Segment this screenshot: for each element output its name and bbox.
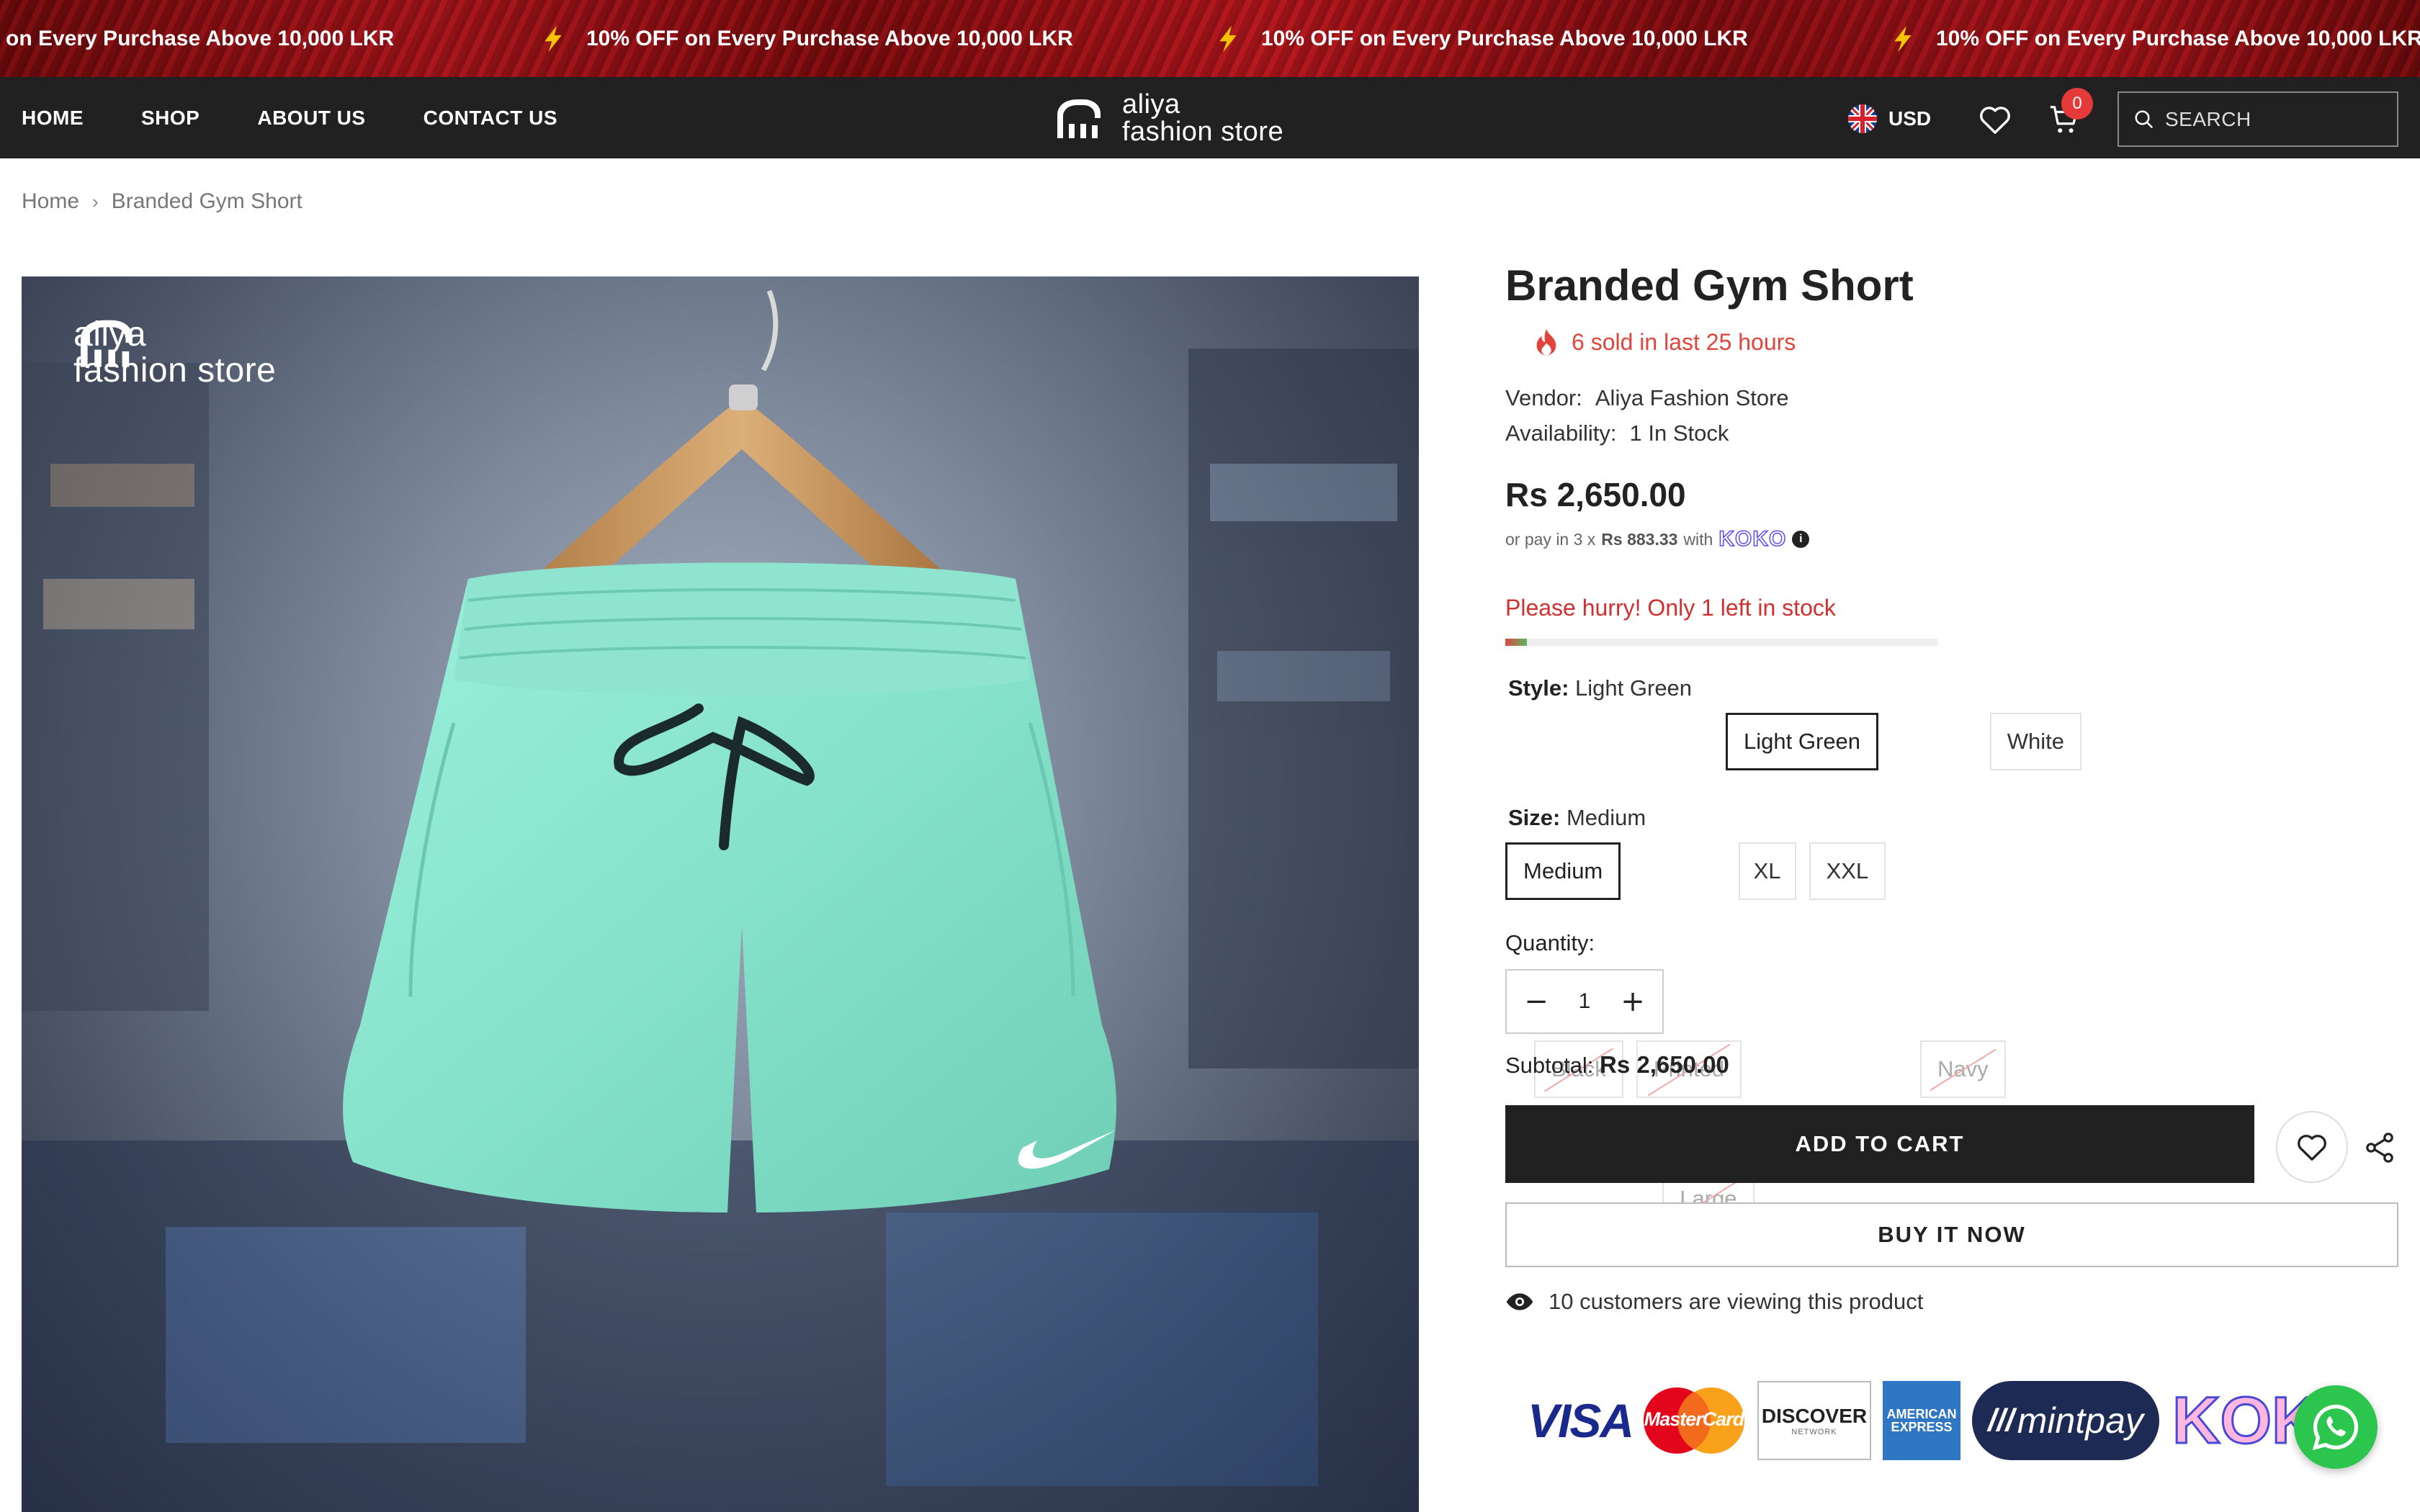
discover-logo: DISCOVER NETWORK [1757,1381,1871,1460]
breadcrumb-current: Branded Gym Short [111,189,302,213]
share-button[interactable] [2362,1130,2397,1165]
size-label: Size: [1508,805,1561,830]
store-logo[interactable]: aliya fashion store [1052,87,1283,149]
low-stock-message: Please hurry! Only 1 left in stock [1505,595,1836,621]
vendor-value: Aliya Fashion Store [1595,385,1789,410]
product-image[interactable]: aliya fashion store [22,276,1419,1512]
discover-text: DISCOVER [1761,1405,1868,1427]
size-swatch-xl[interactable]: XL [1738,842,1796,900]
subtotal-value: Rs 2,650.00 [1600,1051,1729,1078]
amex-line-2: EXPRESS [1891,1420,1953,1434]
whatsapp-icon [2312,1404,2359,1451]
style-swatch-navy[interactable]: Navy [1920,1040,2006,1098]
announcement-text: 10% OFF on Every Purchase Above 10,000 L… [586,26,1073,50]
size-option-label: Size: Medium [1508,805,1646,831]
lightning-bolt-icon [1219,25,1237,52]
size-swatches: Medium Large XL XXL [1505,842,1886,1228]
mintpay-logo: ///mintpay [1972,1381,2159,1460]
breadcrumb: Home › Branded Gym Short [22,189,302,214]
main-nav: HOME SHOP ABOUT US CONTACT US [22,77,615,158]
swatch-label: White [2007,729,2064,754]
buy-it-now-button[interactable]: BUY IT NOW [1505,1202,2398,1267]
amex-logo: AMERICAN EXPRESS [1883,1381,1960,1460]
availability-label: Availability: [1505,420,1617,446]
nav-shop[interactable]: SHOP [141,107,200,130]
subtotal: Subtotal: Rs 2,650.00 [1505,1051,1729,1079]
mastercard-logo: MasterCard [1639,1381,1749,1460]
product-info: Branded Gym Short 6 sold in last 25 hour… [1505,0,2398,1512]
logo-line-1: aliya [1122,89,1180,120]
subtotal-label: Subtotal: [1505,1053,1594,1078]
elephant-logo-icon [81,320,133,367]
quantity-input[interactable] [1559,989,1610,1014]
nav-about-us[interactable]: ABOUT US [257,107,365,130]
heart-icon [2298,1135,2326,1161]
discover-subtext: NETWORK [1791,1428,1837,1436]
lightning-bolt-icon [544,25,562,52]
nav-contact-us[interactable]: CONTACT US [424,107,557,130]
style-selected: Light Green [1575,675,1693,701]
swatch-label: Light Green [1744,729,1861,754]
breadcrumb-separator: › [92,190,99,212]
viewing-text: 10 customers are viewing this product [1549,1289,1924,1314]
mastercard-text: MasterCard [1644,1408,1745,1430]
sold-text: 6 sold in last 25 hours [1572,328,1796,355]
style-swatches: Black Printed Light Green Navy White [1505,713,2081,1098]
flame-icon [1536,328,1556,356]
visa-text: VISA [1527,1394,1634,1447]
style-swatch-white[interactable]: White [1989,713,2081,770]
nav-home[interactable]: HOME [22,107,84,130]
logo-line-2: fashion store [1122,117,1284,147]
whatsapp-chat-button[interactable] [2294,1385,2378,1469]
product-price: Rs 2,650.00 [1505,476,1686,513]
quantity-increase-button[interactable]: + [1613,980,1652,1023]
size-swatch-medium[interactable]: Medium [1505,842,1621,900]
quantity-decrease-button[interactable]: − [1517,980,1556,1023]
gym-short-photo [22,289,1419,1512]
quantity-label: Quantity: [1505,930,1595,955]
add-to-cart-button[interactable]: ADD TO CART [1505,1105,2254,1183]
product-title: Branded Gym Short [1505,261,1914,310]
stock-progress-fill [1505,639,1527,646]
sold-counter: 6 sold in last 25 hours [1534,328,1796,356]
image-watermark-logo: aliya fashion store [73,317,276,389]
swatch-label: Medium [1523,858,1603,883]
viewers-count: 10 customers are viewing this product [1505,1289,1923,1315]
size-selected: Medium [1566,805,1646,830]
size-swatch-xxl[interactable]: XXL [1809,842,1886,900]
info-icon[interactable]: i [1792,531,1810,548]
amex-line-1: AMERICAN [1886,1407,1957,1421]
swatch-label: Navy [1937,1056,1989,1081]
mintpay-text: mintpay [2017,1400,2143,1441]
installment-info: or pay in 3 x Rs 883.33 with KOKO i [1505,526,1810,552]
availability-value: 1 In Stock [1629,420,1729,446]
swatch-label: XL [1753,858,1781,883]
swatch-label: XXL [1826,858,1869,883]
style-label: Style: [1508,675,1569,701]
installment-with: with [1683,529,1713,549]
installment-prefix: or pay in 3 x [1505,529,1596,549]
availability-row: Availability: 1 In Stock [1505,420,1729,446]
quantity-stepper: − + [1505,969,1664,1034]
vendor-label: Vendor: [1505,385,1582,410]
announcement-item: 10% OFF on Every Purchase Above 10,000 L… [539,0,1073,77]
vendor-row: Vendor: Aliya Fashion Store [1505,385,1789,411]
announcement-item: on Every Purchase Above 10,000 LKR [6,0,394,77]
koko-logo: KOKO [1718,526,1787,552]
style-option-label: Style: Light Green [1508,675,1692,701]
style-swatch-light-green[interactable]: Light Green [1726,713,1879,770]
elephant-logo-icon [1057,99,1101,138]
visa-logo: VISA [1527,1381,1634,1460]
stock-progress-bar [1505,639,1937,646]
breadcrumb-home[interactable]: Home [22,189,79,214]
eye-icon [1506,1293,1533,1310]
add-to-wishlist-button[interactable] [2276,1111,2348,1183]
announcement-text: on Every Purchase Above 10,000 LKR [6,26,395,50]
mintpay-mark: /// [1988,1403,2015,1438]
logo-text: aliya fashion store [1122,91,1283,145]
share-icon [2366,1133,2393,1163]
installment-amount: Rs 883.33 [1601,529,1678,549]
